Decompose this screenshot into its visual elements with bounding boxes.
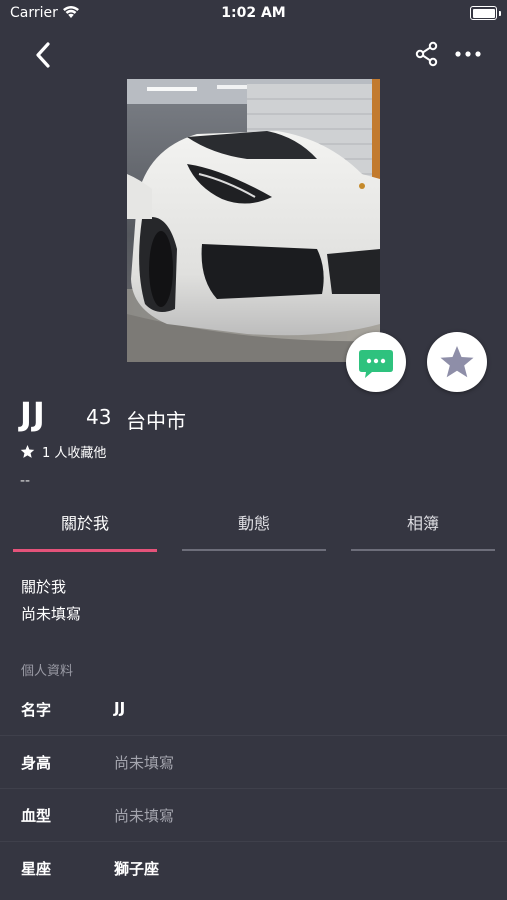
tab-album[interactable]: 相簿 [351, 500, 495, 552]
star-icon [440, 346, 474, 378]
profile-age: 43 [86, 405, 112, 429]
status-time: 1:02 AM [221, 5, 286, 21]
about-value: 尚未填寫 [21, 605, 82, 623]
info-label: 血型 [21, 807, 52, 825]
info-row-height: 身高 尚未填寫 [0, 736, 507, 789]
info-row-blood-type: 血型 尚未填寫 [0, 789, 507, 842]
nav-bar [0, 35, 507, 75]
tab-about[interactable]: 關於我 [13, 500, 157, 552]
favorites-count: 1 人收藏他 [20, 441, 106, 461]
favorite-button[interactable] [427, 332, 487, 392]
info-label: 名字 [21, 701, 52, 719]
star-filled-icon [20, 444, 35, 458]
battery-icon [470, 6, 501, 20]
tab-about-label: 關於我 [60, 514, 109, 533]
tab-underline [351, 549, 495, 551]
chat-button[interactable] [346, 332, 406, 392]
about-title: 關於我 [21, 578, 67, 596]
share-icon[interactable] [414, 41, 440, 67]
info-value: 尚未填寫 [114, 807, 175, 825]
tab-activity[interactable]: 動態 [182, 500, 326, 552]
profile-tabs: 關於我 動態 相簿 [0, 500, 507, 552]
info-label: 身高 [21, 754, 52, 772]
tab-album-label: 相簿 [406, 514, 439, 533]
profile-city: 台中市 [126, 409, 186, 433]
profile-name: JJ [20, 395, 46, 433]
profile-photo[interactable] [127, 79, 380, 362]
info-row-name: 名字 JJ [0, 683, 507, 736]
favorites-text: 1 人收藏他 [42, 445, 107, 461]
info-value: JJ [114, 699, 126, 717]
status-bar: Carrier 1:02 AM [0, 0, 507, 28]
profile-tagline: -- [20, 473, 31, 489]
info-row-zodiac: 星座 獅子座 [0, 842, 507, 894]
personal-info-label: 個人資料 [21, 664, 74, 679]
tab-activity-label: 動態 [237, 514, 270, 533]
info-value: 獅子座 [114, 860, 160, 878]
chevron-left-icon[interactable] [30, 39, 60, 71]
tab-indicator [13, 549, 157, 552]
chat-bubble-icon [359, 350, 393, 378]
more-horizontal-icon[interactable] [453, 43, 483, 65]
info-value: 尚未填寫 [114, 754, 175, 772]
tab-underline [182, 549, 326, 551]
info-label: 星座 [21, 860, 52, 878]
